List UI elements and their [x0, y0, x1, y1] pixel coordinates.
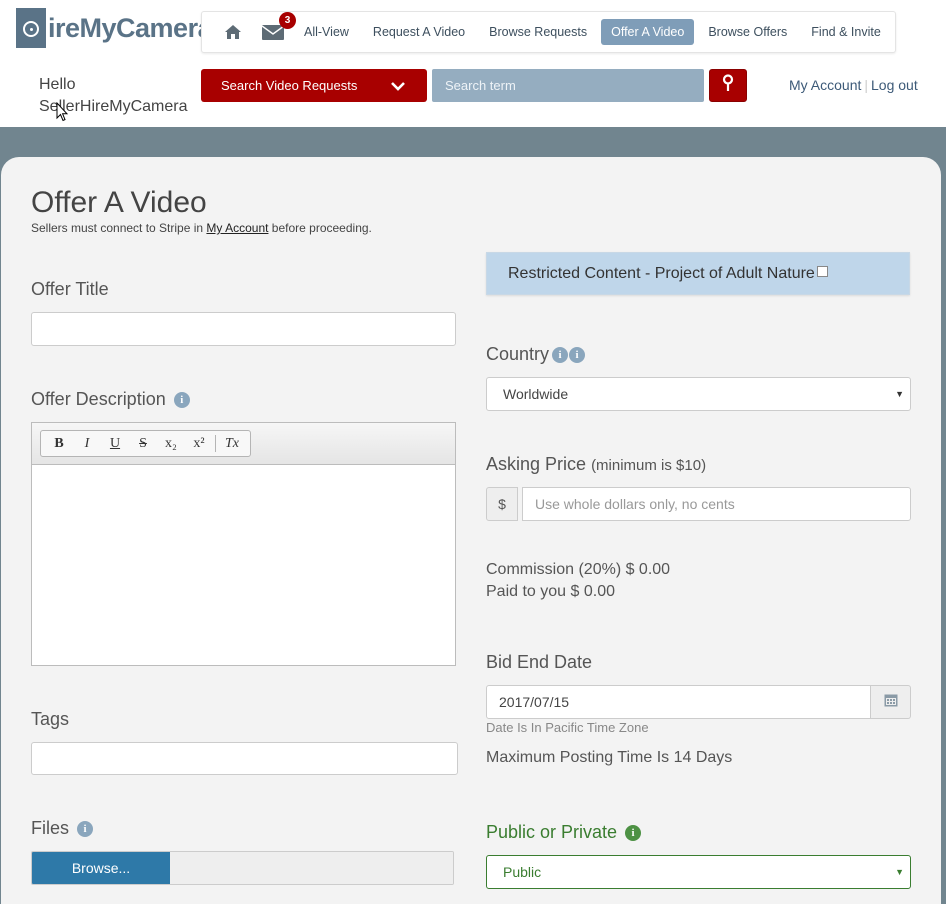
offer-title-label: Offer Title: [31, 279, 109, 299]
description-editor: B I U S x₂ x² Tx: [31, 422, 456, 666]
browse-button[interactable]: Browse...: [32, 852, 170, 884]
commission-summary: Commission (20%) $ 0.00 Paid to you $ 0.…: [486, 559, 670, 603]
message-count-badge: 3: [279, 12, 296, 29]
paid-to-you-text: Paid to you $ 0.00: [486, 583, 615, 600]
asking-price-heading: Asking Price (minimum is $10): [486, 454, 706, 475]
toolbar-separator: [215, 435, 216, 452]
info-icon[interactable]: i: [569, 347, 586, 363]
search-pin-icon: [722, 74, 734, 97]
bold-button[interactable]: B: [45, 436, 73, 452]
files-heading: Files i: [31, 818, 94, 839]
site-logo[interactable]: ireMyCamera: [16, 8, 213, 48]
country-label: Country: [486, 344, 550, 364]
strikethrough-button[interactable]: S: [129, 436, 157, 452]
calendar-icon: [884, 693, 898, 712]
tags-input[interactable]: [31, 742, 458, 775]
tags-label: Tags: [31, 709, 70, 729]
superscript-button[interactable]: x²: [185, 436, 213, 452]
italic-button[interactable]: I: [73, 436, 101, 452]
info-icon[interactable]: i: [552, 347, 569, 363]
commission-text: Commission (20%) $ 0.00: [486, 561, 671, 578]
logout-link[interactable]: Log out: [871, 77, 918, 93]
info-icon[interactable]: i: [625, 825, 642, 841]
currency-addon: $: [486, 487, 518, 521]
mouse-cursor-icon: [56, 101, 69, 127]
account-links: My Account | Log out: [789, 77, 918, 93]
bid-end-date-group: 2017/07/15: [486, 685, 911, 719]
page-title: Offer A Video: [31, 186, 207, 219]
restricted-content-toggle[interactable]: Restricted Content - Project of Adult Na…: [486, 252, 910, 295]
underline-button[interactable]: U: [101, 436, 129, 452]
nav-request-a-video[interactable]: Request A Video: [373, 25, 465, 39]
dropdown-arrow-icon: ▼: [895, 867, 904, 877]
calendar-button[interactable]: [871, 685, 911, 719]
chevron-down-icon: [391, 79, 405, 94]
files-label: Files: [31, 818, 70, 838]
country-heading: Country i i: [486, 344, 586, 365]
info-icon[interactable]: i: [173, 392, 190, 408]
max-posting-note: Maximum Posting Time Is 14 Days: [486, 749, 733, 766]
editor-body[interactable]: [32, 465, 455, 665]
public-private-select[interactable]: Public ▼: [486, 855, 911, 889]
my-account-link[interactable]: My Account: [789, 77, 861, 93]
country-select[interactable]: Worldwide ▼: [486, 377, 911, 411]
nav-all-view[interactable]: All-View: [304, 25, 349, 39]
bid-end-date-label: Bid End Date: [486, 652, 593, 672]
editor-toolbar: B I U S x₂ x² Tx: [32, 423, 455, 465]
dropdown-arrow-icon: ▼: [895, 389, 904, 399]
stripe-my-account-link[interactable]: My Account: [206, 221, 268, 235]
greeting-text: Hello: [39, 76, 76, 93]
search-input[interactable]: [432, 69, 704, 102]
messages-envelope-icon[interactable]: 3: [262, 12, 296, 43]
formatting-group: B I U S x₂ x² Tx: [40, 430, 251, 457]
stripe-notice-pre: Sellers must connect to Stripe in: [31, 221, 204, 235]
stripe-notice-post: before proceeding.: [271, 221, 372, 235]
public-private-label: Public or Private: [486, 822, 618, 842]
nav-browse-offers[interactable]: Browse Offers: [708, 25, 787, 39]
search-button[interactable]: [709, 69, 747, 102]
restricted-content-checkbox[interactable]: [816, 266, 828, 277]
bid-end-date-input[interactable]: 2017/07/15: [486, 685, 871, 719]
public-private-heading: Public or Private i: [486, 822, 642, 843]
search-category-label: Search Video Requests: [221, 78, 358, 93]
offer-title-input[interactable]: [31, 312, 456, 346]
search-category-dropdown[interactable]: Search Video Requests: [201, 69, 427, 102]
file-name-field[interactable]: [170, 852, 453, 884]
subscript-button[interactable]: x₂: [157, 436, 185, 452]
top-navigation: 3 All-View Request A Video Browse Reques…: [201, 11, 896, 53]
public-private-value: Public: [503, 864, 542, 880]
remove-format-button[interactable]: Tx: [218, 436, 246, 452]
stripe-notice: Sellers must connect to Stripe in My Acc…: [31, 221, 372, 235]
timezone-note: Date Is In Pacific Time Zone: [486, 720, 649, 735]
offer-description-heading: Offer Description i: [31, 389, 190, 410]
nav-browse-requests[interactable]: Browse Requests: [489, 25, 587, 39]
asking-price-input[interactable]: Use whole dollars only, no cents: [522, 487, 911, 521]
asking-price-hint: (minimum is $10): [591, 457, 707, 474]
camera-lens-logo-icon: [16, 8, 46, 48]
offer-description-label: Offer Description: [31, 389, 166, 409]
logo-text: ireMyCamera: [48, 12, 213, 43]
nav-offer-a-video[interactable]: Offer A Video: [601, 19, 695, 45]
info-icon[interactable]: i: [77, 821, 94, 837]
restricted-content-label: Restricted Content - Project of Adult Na…: [508, 264, 815, 282]
asking-price-group: $ Use whole dollars only, no cents: [486, 487, 911, 521]
home-icon[interactable]: [224, 21, 242, 43]
asking-price-label: Asking Price: [486, 454, 587, 474]
country-value: Worldwide: [503, 386, 569, 402]
nav-find-invite[interactable]: Find & Invite: [811, 25, 880, 39]
file-upload: Browse...: [31, 851, 454, 885]
